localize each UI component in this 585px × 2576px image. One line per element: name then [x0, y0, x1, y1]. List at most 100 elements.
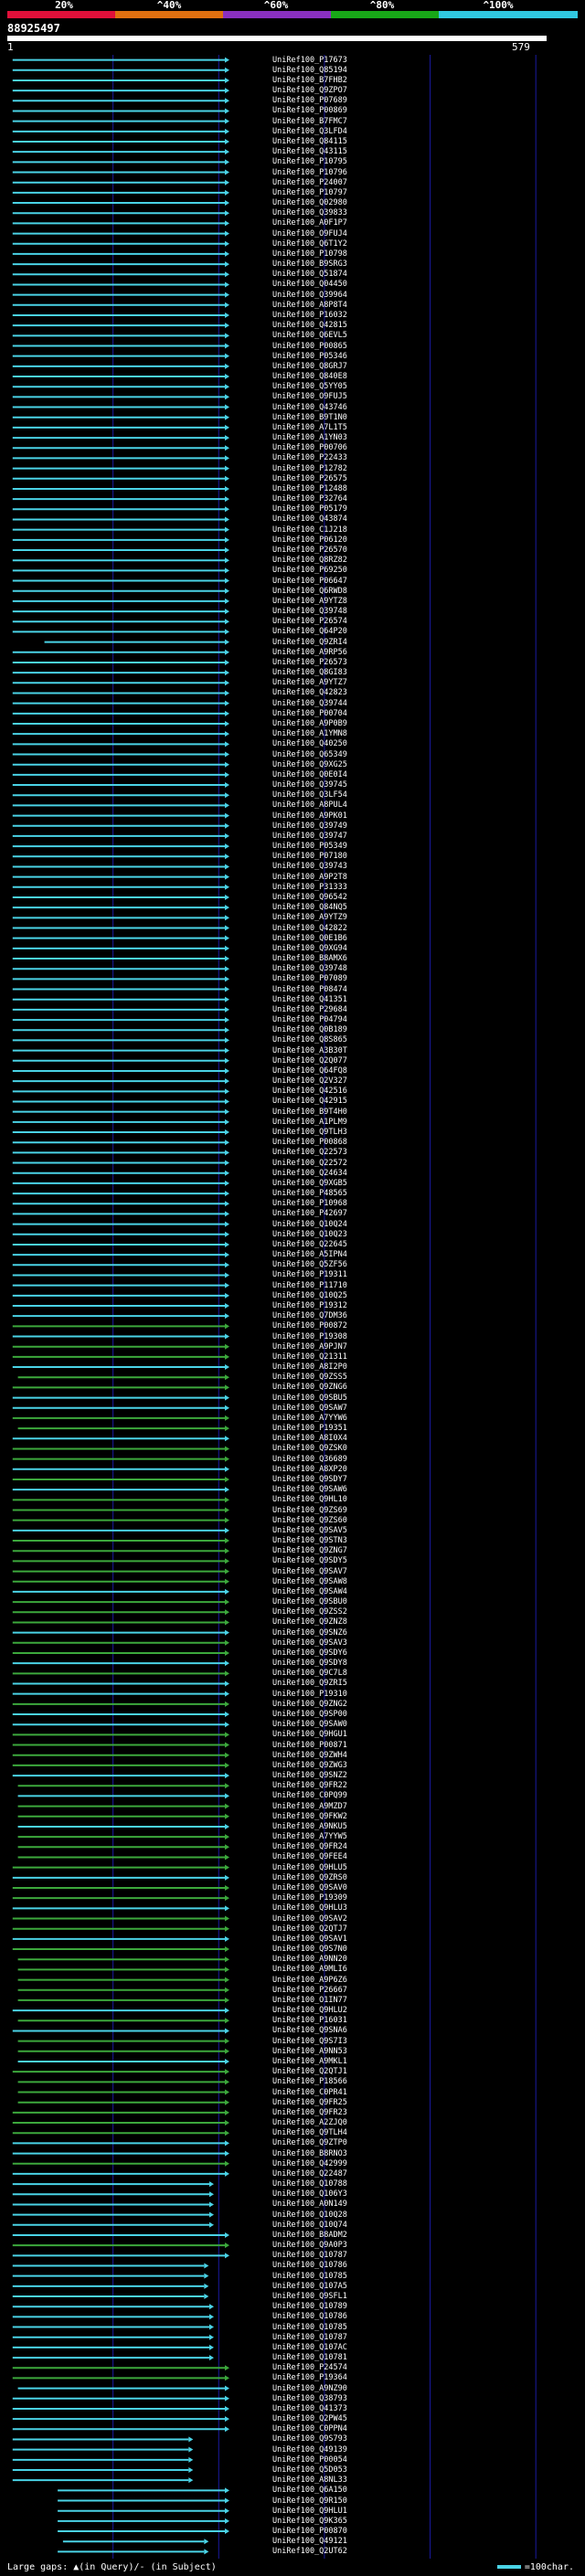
hit-label[interactable]: UniRef100_P00865 [272, 342, 347, 351]
hit-label[interactable]: UniRef100_Q84115 [272, 137, 347, 146]
hit-label[interactable]: UniRef100_Q22572 [272, 1159, 347, 1168]
hit-label[interactable]: UniRef100_Q2Q077 [272, 1056, 347, 1065]
hit-label[interactable]: UniRef100_Q9TLH3 [272, 1128, 347, 1137]
hit-label[interactable]: UniRef100_Q9FEE4 [272, 1852, 347, 1861]
hit-label[interactable]: UniRef100_P00871 [272, 1741, 347, 1750]
hit-label[interactable]: UniRef100_P10797 [272, 188, 347, 197]
hit-label[interactable]: UniRef100_Q5ZF56 [272, 1260, 347, 1269]
hit-label[interactable]: UniRef100_Q2V327 [272, 1076, 347, 1086]
hit-label[interactable]: UniRef100_P31333 [272, 883, 347, 892]
hit-label[interactable]: UniRef100_Q8RZ82 [272, 556, 347, 565]
hit-label[interactable]: UniRef100_Q9SAV0 [272, 1883, 347, 1892]
hit-label[interactable]: UniRef100_Q10786 [272, 2261, 347, 2270]
hit-label[interactable]: UniRef100_Q9SBU5 [272, 1394, 347, 1403]
hit-label[interactable]: UniRef100_A9MZD7 [272, 1802, 347, 1811]
hit-label[interactable]: UniRef100_B9SRG3 [272, 260, 347, 269]
hit-label[interactable]: UniRef100_Q21311 [272, 1352, 347, 1362]
hit-label[interactable]: UniRef100_Q10787 [272, 2251, 347, 2260]
hit-label[interactable]: UniRef100_A1YN03 [272, 433, 347, 442]
hit-label[interactable]: UniRef100_A9MLI6 [272, 1965, 347, 1974]
hit-label[interactable]: UniRef100_P07089 [272, 974, 347, 983]
hit-label[interactable]: UniRef100_Q39748 [272, 964, 347, 973]
hit-label[interactable]: UniRef100_Q9TLH4 [272, 2128, 347, 2137]
hit-label[interactable]: UniRef100_Q7DM36 [272, 1311, 347, 1320]
hit-label[interactable]: UniRef100_Q9XG94 [272, 944, 347, 953]
hit-label[interactable]: UniRef100_Q41373 [272, 2404, 347, 2413]
hit-label[interactable]: UniRef100_Q9ZSK0 [272, 1444, 347, 1453]
hit-label[interactable]: UniRef100_P22433 [272, 453, 347, 462]
hit-label[interactable]: UniRef100_Q40250 [272, 739, 347, 748]
hit-label[interactable]: UniRef100_P17673 [272, 56, 347, 65]
hit-label[interactable]: UniRef100_Q22573 [272, 1148, 347, 1157]
hit-label[interactable]: UniRef100_B8RNO3 [272, 2149, 347, 2158]
hit-label[interactable]: UniRef100_P16032 [272, 311, 347, 320]
hit-label[interactable]: UniRef100_O1IN77 [272, 1996, 347, 2005]
hit-label[interactable]: UniRef100_C0PQ99 [272, 1791, 347, 1800]
hit-label[interactable]: UniRef100_Q9SNZ6 [272, 1628, 347, 1638]
hit-label[interactable]: UniRef100_Q22487 [272, 2169, 347, 2178]
hit-label[interactable]: UniRef100_P19312 [272, 1301, 347, 1310]
hit-label[interactable]: UniRef100_Q9S793 [272, 2434, 347, 2443]
hit-label[interactable]: UniRef100_A8XP20 [272, 1465, 347, 1474]
hit-label[interactable]: UniRef100_P05179 [272, 504, 347, 514]
hit-label[interactable]: UniRef100_P26574 [272, 617, 347, 626]
hit-label[interactable]: UniRef100_Q2PW45 [272, 2414, 347, 2423]
hit-label[interactable]: UniRef100_Q6A150 [272, 2486, 347, 2495]
hit-label[interactable]: UniRef100_A5IPN4 [272, 1250, 347, 1259]
hit-label[interactable]: UniRef100_A3B30T [272, 1046, 347, 1055]
hit-label[interactable]: UniRef100_A1YMN8 [272, 729, 347, 738]
hit-label[interactable]: UniRef100_Q9ZNZ8 [272, 1617, 347, 1627]
hit-label[interactable]: UniRef100_Q9SAV2 [272, 1914, 347, 1924]
hit-label[interactable]: UniRef100_Q9FR23 [272, 2108, 347, 2117]
hit-label[interactable]: UniRef100_Q10Q25 [272, 1291, 347, 1300]
hit-label[interactable]: UniRef100_Q9S7I3 [272, 2037, 347, 2046]
hit-label[interactable]: UniRef100_Q2UT62 [272, 2547, 347, 2556]
hit-label[interactable]: UniRef100_Q9ZSS2 [272, 1607, 347, 1617]
hit-label[interactable]: UniRef100_B8ADM2 [272, 2231, 347, 2240]
hit-label[interactable]: UniRef100_Q9SP00 [272, 1710, 347, 1719]
hit-label[interactable]: UniRef100_Q9ZRI4 [272, 638, 347, 647]
hit-label[interactable]: UniRef100_P00054 [272, 2455, 347, 2465]
hit-label[interactable]: UniRef100_Q8GRJ7 [272, 362, 347, 371]
hit-label[interactable]: UniRef100_Q42823 [272, 688, 347, 697]
hit-label[interactable]: UniRef100_Q10789 [272, 2302, 347, 2311]
hit-label[interactable]: UniRef100_A7YYW5 [272, 1832, 347, 1841]
hit-label[interactable]: UniRef100_Q6RWD8 [272, 587, 347, 596]
hit-label[interactable]: UniRef100_Q10Q23 [272, 1230, 347, 1239]
hit-label[interactable]: UniRef100_Q10Q28 [272, 2210, 347, 2220]
hit-label[interactable]: UniRef100_Q10Q74 [272, 2221, 347, 2230]
hit-label[interactable]: UniRef100_P29684 [272, 1005, 347, 1014]
hit-label[interactable]: UniRef100_Q9HL10 [272, 1495, 347, 1504]
hit-label[interactable]: UniRef100_B9T4H0 [272, 1108, 347, 1117]
hit-label[interactable]: UniRef100_Q9SDY8 [272, 1659, 347, 1668]
hit-label[interactable]: UniRef100_Q9ZS69 [272, 1506, 347, 1515]
hit-label[interactable]: UniRef100_C0PR41 [272, 2088, 347, 2097]
hit-label[interactable]: UniRef100_P26575 [272, 474, 347, 483]
hit-label[interactable]: UniRef100_Q36689 [272, 1455, 347, 1464]
hit-label[interactable]: UniRef100_P04794 [272, 1015, 347, 1024]
hit-label[interactable]: UniRef100_Q9ZPO7 [272, 86, 347, 95]
hit-label[interactable]: UniRef100_Q9SAV7 [272, 1567, 347, 1576]
hit-label[interactable]: UniRef100_Q42516 [272, 1087, 347, 1096]
hit-label[interactable]: UniRef100_P10968 [272, 1199, 347, 1208]
hit-label[interactable]: UniRef100_Q9FR22 [272, 1781, 347, 1790]
hit-label[interactable]: UniRef100_Q8S865 [272, 1035, 347, 1044]
hit-label[interactable]: UniRef100_P00872 [272, 1321, 347, 1330]
hit-label[interactable]: UniRef100_Q9FKW2 [272, 1812, 347, 1821]
hit-label[interactable]: UniRef100_Q9SNA6 [272, 2026, 347, 2035]
hit-label[interactable]: UniRef100_Q10785 [272, 2272, 347, 2281]
hit-label[interactable]: UniRef100_B9T1N0 [272, 413, 347, 422]
hit-label[interactable]: UniRef100_A8NL33 [272, 2475, 347, 2485]
hit-label[interactable]: UniRef100_A9P6Z6 [272, 1976, 347, 1985]
hit-label[interactable]: UniRef100_O9FUJ5 [272, 392, 347, 401]
hit-label[interactable]: UniRef100_Q9STN3 [272, 1536, 347, 1545]
hit-label[interactable]: UniRef100_Q9SAV3 [272, 1638, 347, 1648]
hit-label[interactable]: UniRef100_Q9SNZ2 [272, 1771, 347, 1780]
hit-label[interactable]: UniRef100_Q39749 [272, 822, 347, 831]
hit-label[interactable]: UniRef100_Q41351 [272, 995, 347, 1004]
hit-label[interactable]: UniRef100_Q0B189 [272, 1025, 347, 1034]
hit-label[interactable]: UniRef100_Q39747 [272, 832, 347, 841]
hit-label[interactable]: UniRef100_P08474 [272, 985, 347, 994]
hit-label[interactable]: UniRef100_A9MKL1 [272, 2057, 347, 2066]
hit-label[interactable]: UniRef100_Q3LFD4 [272, 127, 347, 136]
